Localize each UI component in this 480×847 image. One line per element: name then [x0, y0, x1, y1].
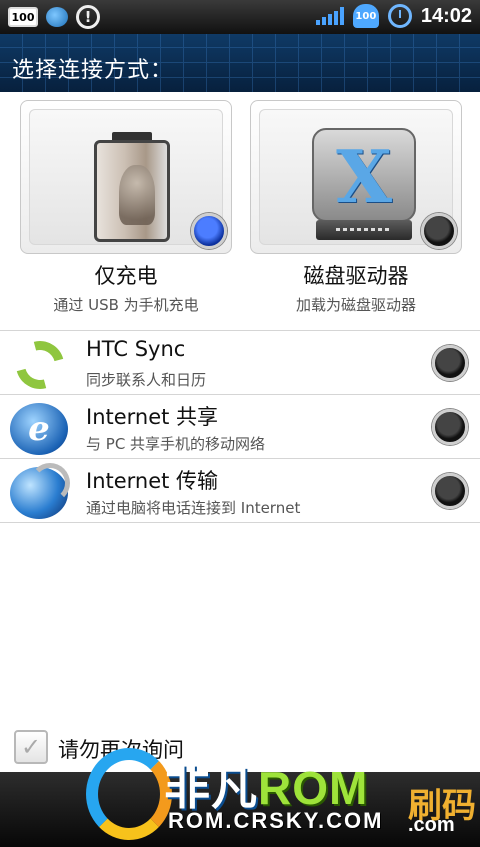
watermark-url: ROM.CRSKY.COM: [168, 808, 384, 833]
list-item-sub: 同步联系人和日历: [86, 371, 207, 389]
watermark-brand-right: ROM: [258, 762, 369, 814]
option-charge-only-sub: 通过 USB 为手机充电: [53, 296, 199, 314]
dont-ask-checkbox[interactable]: ✓: [14, 730, 48, 764]
internet-pass-radio[interactable]: [432, 473, 468, 509]
app-notification-icon: [46, 7, 68, 27]
watermark-swirl-icon: [86, 748, 172, 840]
status-right: 100 14:02: [315, 4, 472, 28]
list-item-internet-pass[interactable]: Internet 传输 通过电脑将电话连接到 Internet: [0, 458, 480, 522]
disk-drive-glyph: X: [336, 134, 392, 219]
list-item-title: HTC Sync: [86, 337, 186, 361]
dialog-title: 选择连接方式：: [12, 58, 174, 83]
clock: 14:02: [420, 4, 472, 27]
option-disk-drive-label: 磁盘驱动器: [303, 264, 409, 288]
option-disk-drive[interactable]: X: [250, 100, 462, 254]
disk-drive-icon: X: [312, 128, 416, 244]
charge-only-radio[interactable]: [191, 213, 227, 249]
alert-glyph: !: [84, 8, 92, 26]
alert-icon: !: [76, 5, 100, 29]
watermark-brand-left: 非凡: [164, 762, 258, 814]
list-item-internet-share[interactable]: e Internet 共享 与 PC 共享手机的移动网络: [0, 394, 480, 458]
battery-notification-label: 100: [11, 10, 35, 24]
ie-glyph: e: [28, 409, 50, 449]
list-item-sub: 与 PC 共享手机的移动网络: [86, 435, 266, 453]
option-charge-only[interactable]: [20, 100, 232, 254]
status-bar: 100 ! 100 14:02: [0, 0, 480, 34]
signal-icon: [315, 7, 344, 25]
internet-share-radio[interactable]: [432, 409, 468, 445]
check-icon: ✓: [20, 733, 42, 761]
battery-icon: [94, 132, 170, 242]
status-left: 100 !: [8, 5, 100, 29]
battery-notification-icon: 100: [8, 7, 38, 27]
android-battery-icon: 100: [352, 4, 379, 28]
list-item-htc-sync[interactable]: HTC Sync 同步联系人和日历: [0, 330, 480, 398]
sync-icon: [7, 332, 73, 398]
globe-icon: [10, 463, 70, 519]
internet-explorer-icon: e: [10, 403, 68, 455]
dialog-title-bar: 选择连接方式：: [0, 34, 480, 92]
alarm-icon: [387, 4, 412, 28]
android-battery-label: 100: [355, 10, 377, 22]
list-item-sub: 通过电脑将电话连接到 Internet: [86, 499, 301, 517]
watermark-side-suffix: .com: [408, 814, 455, 836]
option-disk-drive-sub: 加载为磁盘驱动器: [295, 296, 416, 314]
list-item-title: Internet 传输: [86, 469, 219, 493]
disk-drive-radio[interactable]: [421, 213, 457, 249]
watermark-logo: 非凡ROM 刷码 ROM.CRSKY.COM .com: [86, 740, 480, 847]
list-item-title: Internet 共享: [86, 405, 219, 429]
option-charge-only-label: 仅充电: [94, 264, 158, 288]
htc-sync-radio[interactable]: [432, 345, 468, 381]
list-divider: [0, 522, 480, 523]
